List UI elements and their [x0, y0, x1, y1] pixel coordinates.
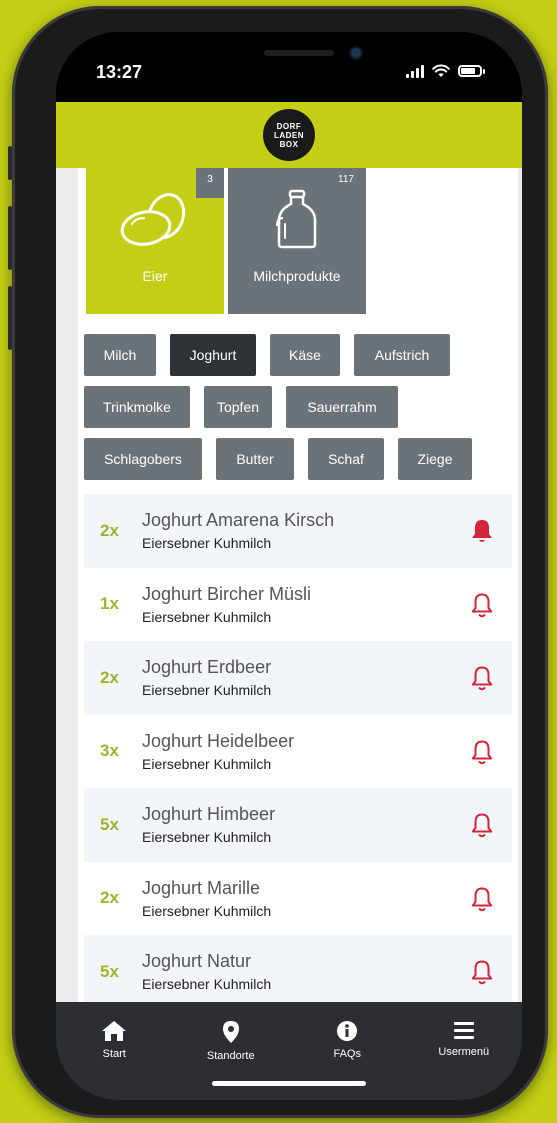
chip-ziege[interactable]: Ziege [398, 438, 472, 480]
list-item[interactable]: 1x Joghurt Bircher Müsli Eiersebner Kuhmi… [84, 567, 512, 641]
category-panel: 3 Eier 117 Milchprodukte Milch Joghurt K… [78, 168, 518, 1002]
product-qty: 2x [100, 667, 119, 687]
product-qty: 1x [100, 594, 119, 614]
product-qty: 5x [100, 961, 119, 981]
product-list: 2x Joghurt Amarena Kirsch Eiersebner Kuhm… [84, 494, 512, 1002]
chip-row: Schlagobers Butter Schaf Ziege [84, 438, 514, 480]
product-origin: Eiersebner Kuhmilch [142, 682, 272, 699]
chip-schaf[interactable]: Schaf [308, 438, 384, 480]
screen: 13:27 DORF LADEN BOX 3 Eier 117 Milchpro… [56, 32, 522, 1100]
milk-can-icon [276, 189, 317, 249]
tile-count: 3 [196, 168, 224, 198]
chip-row: Milch Joghurt Käse Aufstrich [84, 334, 514, 376]
chip-topfen[interactable]: Topfen [204, 386, 272, 428]
mute-switch [8, 146, 12, 180]
signal-icon [406, 64, 424, 78]
chip-milch[interactable]: Milch [84, 334, 156, 376]
product-name: Joghurt Bircher Müsli [142, 583, 312, 604]
bell-icon[interactable] [470, 592, 494, 618]
list-item[interactable]: 5x Joghurt Natur Eiersebner Kuhmilch [84, 935, 512, 1002]
tab-label: Start [102, 1048, 126, 1060]
list-item[interactable]: 2x Joghurt Marille Eiersebner Kuhmilch [84, 861, 512, 935]
tab-start[interactable]: Start [69, 1020, 159, 1100]
bell-icon[interactable] [470, 665, 494, 691]
category-tiles: 3 Eier 117 Milchprodukte [86, 168, 366, 314]
speaker [264, 50, 334, 56]
product-qty: 2x [100, 888, 119, 908]
product-qty: 3x [100, 741, 119, 761]
tile-milchprodukte[interactable]: 117 Milchprodukte [228, 168, 366, 314]
product-name: Joghurt Erdbeer [142, 657, 272, 678]
product-name: Joghurt Amarena Kirsch [142, 510, 335, 531]
tab-label: Standorte [206, 1050, 255, 1062]
list-item[interactable]: 2x Joghurt Amarena Kirsch Eiersebner Kuhm… [84, 494, 512, 568]
list-item[interactable]: 3x Joghurt Heidelbeer Eiersebner Kuhmilch [84, 714, 512, 788]
tile-label: Milchprodukte [253, 268, 341, 284]
bell-icon[interactable] [470, 886, 494, 912]
tab-label: FAQs [333, 1048, 361, 1060]
status-bar: 13:27 [56, 32, 522, 102]
tab-faqs[interactable]: FAQs [302, 1020, 392, 1100]
subcategory-chips: Milch Joghurt Käse Aufstrich Trinkmolke … [84, 334, 514, 490]
camera [351, 48, 361, 58]
tab-usermenue[interactable]: Usermenü [419, 1020, 509, 1100]
product-qty: 2x [100, 520, 119, 540]
chip-kaese[interactable]: Käse [270, 334, 340, 376]
menu-icon [453, 1022, 474, 1039]
chip-sauerrahm[interactable]: Sauerrahm [286, 386, 398, 428]
phone-frame: 13:27 DORF LADEN BOX 3 Eier 117 Milchpro… [8, 6, 548, 1118]
product-origin: Eiersebner Kuhmilch [142, 608, 272, 625]
product-qty: 5x [100, 814, 119, 834]
bell-icon[interactable] [470, 812, 494, 838]
list-item[interactable]: 5x Joghurt Himbeer Eiersebner Kuhmilch [84, 788, 512, 862]
volume-down-button [8, 286, 12, 350]
bell-icon[interactable] [470, 739, 494, 765]
list-item[interactable]: 2x Joghurt Erdbeer Eiersebner Kuhmilch [84, 641, 512, 715]
wifi-icon [432, 64, 450, 77]
product-origin: Eiersebner Kuhmilch [142, 829, 272, 846]
product-origin: Eiersebner Kuhmilch [142, 535, 272, 552]
product-origin: Eiersebner Kuhmilch [142, 976, 272, 993]
chip-trinkmolke[interactable]: Trinkmolke [84, 386, 190, 428]
dorfladenbox-logo[interactable]: DORF LADEN BOX [263, 109, 315, 161]
tile-eier[interactable]: 3 Eier [86, 168, 224, 314]
tab-label: Usermenü [438, 1046, 490, 1058]
tile-count: 117 [338, 174, 354, 185]
product-name: Joghurt Himbeer [142, 804, 276, 825]
product-name: Joghurt Heidelbeer [142, 730, 295, 751]
eggs-icon [120, 193, 186, 246]
chip-row: Trinkmolke Topfen Sauerrahm [84, 386, 514, 428]
content-area: 3 Eier 117 Milchprodukte Milch Joghurt K… [56, 168, 522, 1002]
chip-butter[interactable]: Butter [216, 438, 294, 480]
home-indicator[interactable] [212, 1081, 366, 1086]
location-pin-icon [222, 1021, 239, 1043]
status-time: 13:27 [96, 62, 143, 82]
product-name: Joghurt Marille [142, 877, 261, 898]
chip-schlagobers[interactable]: Schlagobers [84, 438, 202, 480]
product-name: Joghurt Natur [142, 951, 252, 972]
app-header: DORF LADEN BOX [56, 102, 522, 168]
status-icons [406, 64, 485, 78]
tile-label: Eier [142, 268, 168, 284]
home-icon [102, 1021, 127, 1041]
volume-up-button [8, 206, 12, 270]
tab-standorte[interactable]: Standorte [186, 1020, 276, 1100]
bell-filled-icon[interactable] [470, 518, 494, 544]
product-origin: Eiersebner Kuhmilch [142, 902, 272, 919]
info-icon [337, 1021, 358, 1041]
product-origin: Eiersebner Kuhmilch [142, 755, 272, 772]
bell-icon[interactable] [470, 959, 494, 985]
battery-icon [458, 65, 485, 77]
chip-aufstrich[interactable]: Aufstrich [354, 334, 450, 376]
chip-joghurt[interactable]: Joghurt [170, 334, 256, 376]
